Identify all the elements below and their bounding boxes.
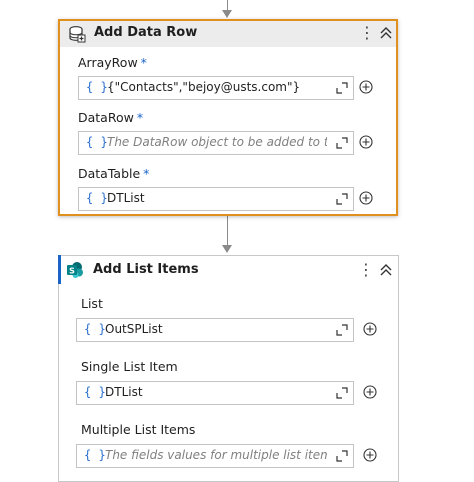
connector-line-middle <box>227 214 228 245</box>
expression-braces-icon: { } <box>86 191 108 205</box>
expand-editor-icon[interactable] <box>336 387 348 399</box>
field-label-multiple-list-items: Multiple List Items <box>81 422 195 437</box>
expression-braces-icon: { } <box>86 135 108 149</box>
label-text: ArrayRow <box>78 55 138 70</box>
datatable-value: DTList <box>107 191 145 205</box>
connector-arrow-top <box>222 10 232 18</box>
add-icon[interactable] <box>363 322 377 336</box>
single-list-item-input[interactable]: { } DTList <box>76 381 354 405</box>
label-text: DataRow <box>78 110 134 125</box>
activity-header[interactable]: S Add List Items ⋮ <box>59 256 398 282</box>
add-icon[interactable] <box>359 191 373 205</box>
add-icon[interactable] <box>363 385 377 399</box>
add-icon[interactable] <box>363 448 377 462</box>
sharepoint-icon: S <box>67 262 83 278</box>
more-options-icon[interactable]: ⋮ <box>358 260 374 280</box>
expression-braces-icon: { } <box>84 448 106 462</box>
add-icon[interactable] <box>359 135 373 149</box>
single-list-item-value: DTList <box>105 385 143 399</box>
multiple-list-items-placeholder: The fields values for multiple list item… <box>105 448 327 462</box>
expand-editor-icon[interactable] <box>336 137 348 149</box>
activity-add-list-items[interactable]: S Add List Items ⋮ List { } OutSPList Si… <box>58 255 399 482</box>
field-label-datatable: DataTable * <box>78 166 149 181</box>
list-value: OutSPList <box>105 322 163 336</box>
required-marker: * <box>140 55 147 70</box>
activity-title: Add Data Row <box>94 25 198 40</box>
arrayrow-value: {"Contacts","bejoy@usts.com"} <box>107 80 301 94</box>
expand-editor-icon[interactable] <box>336 450 348 462</box>
more-options-icon[interactable]: ⋮ <box>359 23 375 43</box>
required-marker: * <box>136 110 144 125</box>
add-icon[interactable] <box>359 80 373 94</box>
expression-braces-icon: { } <box>84 322 106 336</box>
connector-arrow-middle <box>222 245 232 253</box>
expression-braces-icon: { } <box>86 80 108 94</box>
datarow-input[interactable]: { } The DataRow object to be added to th… <box>78 131 354 155</box>
expand-editor-icon[interactable] <box>336 324 348 336</box>
datatable-input[interactable]: { } DTList <box>78 187 354 211</box>
multiple-list-items-input[interactable]: { } The fields values for multiple list … <box>76 444 354 468</box>
collapse-icon[interactable] <box>378 24 394 42</box>
label-text: DataTable <box>78 166 141 181</box>
activity-header[interactable]: Add Data Row ⋮ <box>60 21 396 47</box>
expand-editor-icon[interactable] <box>336 82 348 94</box>
activity-title: Add List Items <box>93 262 199 277</box>
database-icon <box>69 26 86 43</box>
expand-editor-icon[interactable] <box>336 193 348 205</box>
field-label-single-list-item: Single List Item <box>81 359 178 374</box>
label-text: Single List Item <box>81 359 178 374</box>
list-input[interactable]: { } OutSPList <box>76 318 354 342</box>
activity-add-data-row[interactable]: Add Data Row ⋮ ArrayRow * { } {"Contacts"… <box>58 19 398 216</box>
svg-text:S: S <box>69 266 75 275</box>
arrayrow-input[interactable]: { } {"Contacts","bejoy@usts.com"} <box>78 76 354 100</box>
expression-braces-icon: { } <box>84 385 106 399</box>
required-marker: * <box>143 166 150 181</box>
field-label-arrayrow: ArrayRow * <box>78 55 147 70</box>
label-text: Multiple List Items <box>81 422 196 437</box>
collapse-icon[interactable] <box>378 261 394 279</box>
field-label-datarow: DataRow * <box>78 110 143 125</box>
label-text: List <box>81 296 103 311</box>
datarow-placeholder: The DataRow object to be added to the Dc <box>107 135 327 149</box>
field-label-list: List <box>81 296 103 311</box>
